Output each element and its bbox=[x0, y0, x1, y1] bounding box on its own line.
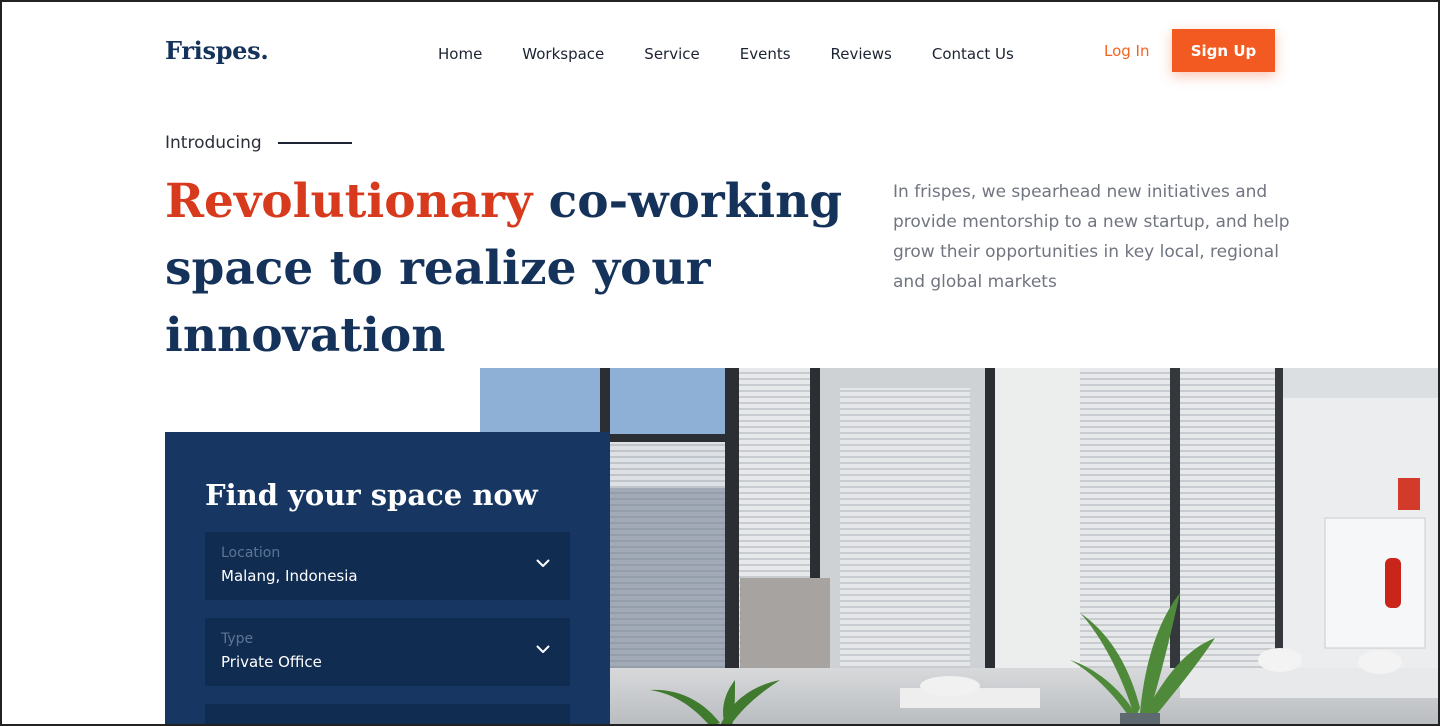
find-space-card: Find your space now Location Malang, Ind… bbox=[165, 432, 610, 726]
location-select[interactable]: Location Malang, Indonesia bbox=[205, 532, 570, 600]
location-label: Location bbox=[221, 545, 281, 561]
find-space-title: Find your space now bbox=[205, 478, 538, 512]
nav-item-events[interactable]: Events bbox=[740, 45, 791, 63]
next-field-partial[interactable] bbox=[205, 704, 570, 726]
logo[interactable]: Frispes. bbox=[165, 36, 269, 65]
location-value: Malang, Indonesia bbox=[221, 567, 358, 585]
intro-label: Introducing bbox=[165, 133, 352, 153]
nav-item-workspace[interactable]: Workspace bbox=[522, 45, 604, 63]
chevron-down-icon bbox=[536, 645, 550, 653]
nav-item-contact-us[interactable]: Contact Us bbox=[932, 45, 1014, 63]
intro-text: Introducing bbox=[165, 133, 262, 153]
nav-item-home[interactable]: Home bbox=[438, 45, 482, 63]
main-nav: Home Workspace Service Events Reviews Co… bbox=[438, 45, 1014, 63]
intro-divider bbox=[277, 142, 352, 144]
nav-item-service[interactable]: Service bbox=[644, 45, 699, 63]
chevron-down-icon bbox=[536, 559, 550, 567]
type-label: Type bbox=[221, 631, 254, 647]
office-photo bbox=[480, 368, 1440, 726]
signup-button[interactable]: Sign Up bbox=[1172, 29, 1275, 72]
headline-accent: Revolutionary bbox=[165, 174, 533, 229]
hero-headline: Revolutionary co-working space to realiz… bbox=[165, 168, 845, 369]
nav-item-reviews[interactable]: Reviews bbox=[831, 45, 892, 63]
type-select[interactable]: Type Private Office bbox=[205, 618, 570, 686]
hero-description: In frispes, we spearhead new initiatives… bbox=[893, 182, 1290, 292]
type-value: Private Office bbox=[221, 653, 322, 671]
login-link[interactable]: Log In bbox=[1104, 42, 1150, 60]
